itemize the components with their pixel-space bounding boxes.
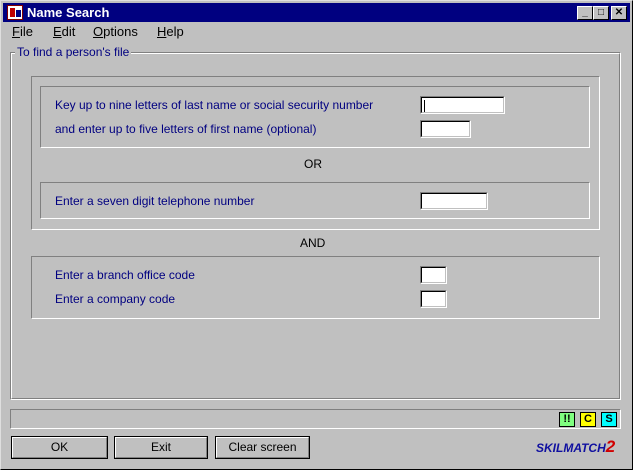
menu-options[interactable]: Options bbox=[93, 24, 138, 40]
clear-screen-button[interactable]: Clear screen bbox=[215, 436, 310, 459]
menu-help[interactable]: Help bbox=[157, 24, 184, 40]
first-name-input[interactable] bbox=[420, 120, 471, 138]
menu-bar: File Edit Options Help bbox=[3, 23, 630, 41]
menu-file-mnemonic: F bbox=[12, 24, 20, 39]
name-instructions-line2: and enter up to five letters of first na… bbox=[55, 122, 317, 136]
name-instructions-line1: Key up to nine letters of last name or s… bbox=[55, 98, 374, 112]
name-ssn-box bbox=[40, 86, 590, 148]
menu-options-mnemonic: O bbox=[93, 24, 104, 39]
c-badge[interactable]: C bbox=[580, 412, 596, 427]
app-icon[interactable] bbox=[7, 5, 23, 20]
maximize-button[interactable]: □ bbox=[593, 6, 609, 20]
close-button[interactable]: ✕ bbox=[611, 6, 627, 20]
company-label: Enter a company code bbox=[55, 292, 176, 306]
ok-button[interactable]: OK bbox=[11, 436, 108, 459]
s-badge[interactable]: S bbox=[601, 412, 617, 427]
branch-code-input[interactable] bbox=[420, 266, 447, 284]
window-title: Name Search bbox=[27, 5, 110, 20]
menu-file[interactable]: File bbox=[12, 24, 33, 40]
phone-input[interactable] bbox=[420, 192, 488, 210]
text-caret bbox=[424, 100, 425, 112]
menu-help-label: elp bbox=[166, 24, 184, 39]
or-separator: OR bbox=[304, 157, 322, 171]
branch-company-panel bbox=[31, 256, 600, 319]
last-name-ssn-input[interactable] bbox=[420, 96, 505, 114]
and-separator: AND bbox=[300, 236, 326, 250]
menu-edit-mnemonic: E bbox=[53, 24, 62, 39]
menu-help-mnemonic: H bbox=[157, 24, 167, 39]
skilmatch-logo: SKILMATCH2 bbox=[536, 438, 615, 457]
exit-button[interactable]: Exit bbox=[114, 436, 208, 459]
minimize-button[interactable]: _ bbox=[577, 6, 593, 20]
menu-file-label: ile bbox=[19, 24, 33, 39]
status-bar bbox=[10, 409, 621, 429]
phone-label: Enter a seven digit telephone number bbox=[55, 194, 255, 208]
title-bar[interactable]: Name Search _ □ ✕ bbox=[3, 3, 630, 22]
menu-edit-label: dit bbox=[61, 24, 76, 39]
logo-text: SKILMATCH bbox=[536, 441, 606, 455]
group-title: To find a person's file bbox=[15, 45, 132, 59]
company-code-input[interactable] bbox=[420, 290, 447, 308]
branch-label: Enter a branch office code bbox=[55, 268, 195, 282]
alert-badge[interactable]: !! bbox=[559, 412, 575, 427]
logo-number: 2 bbox=[605, 437, 616, 456]
menu-edit[interactable]: Edit bbox=[53, 24, 75, 40]
menu-options-label: ptions bbox=[103, 24, 138, 39]
